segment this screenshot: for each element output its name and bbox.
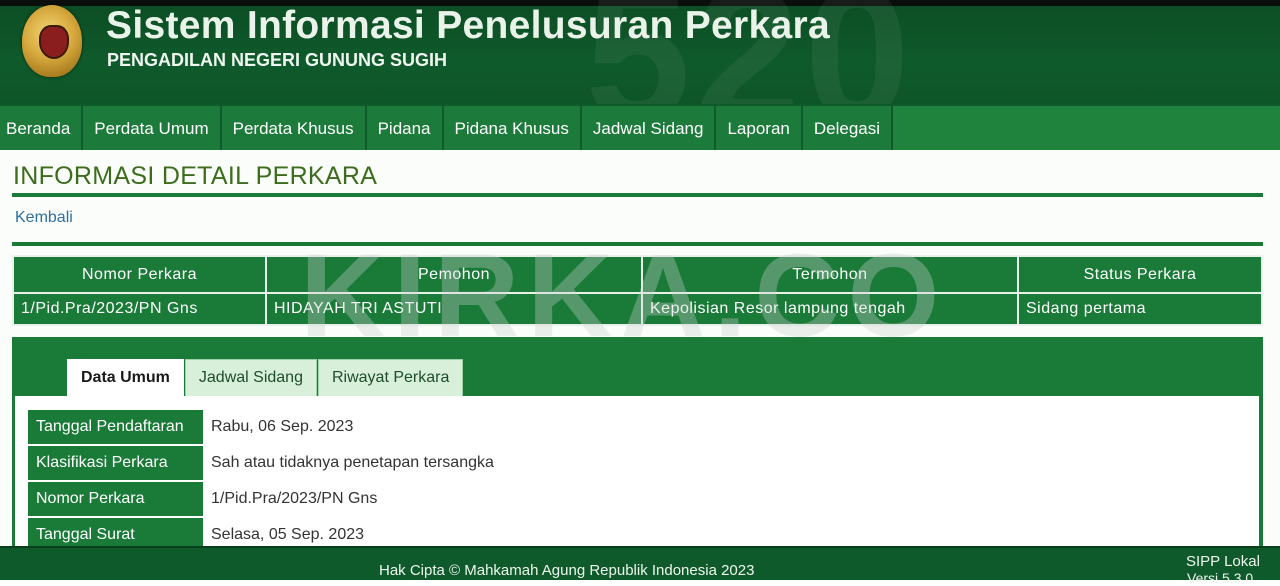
detail-label: Nomor Perkara: [28, 482, 203, 516]
back-link[interactable]: Kembali: [15, 209, 73, 227]
nav-item-laporan[interactable]: Laporan: [716, 106, 803, 152]
case-summary-table: Nomor Perkara Pemohon Termohon Status Pe…: [12, 255, 1263, 326]
nav-item-pidana[interactable]: Pidana: [367, 106, 444, 152]
site-header: 520 Sistem Informasi Penelusuran Perkara…: [0, 0, 1280, 104]
cell-pemohon: HIDAYAH TRI ASTUTI: [265, 292, 643, 326]
site-footer: Hak Cipta © Mahkamah Agung Republik Indo…: [0, 546, 1280, 586]
section-divider: [12, 242, 1263, 246]
table-row: 1/Pid.Pra/2023/PN Gns HIDAYAH TRI ASTUTI…: [12, 292, 1263, 326]
detail-row-nomor-perkara: Nomor Perkara 1/Pid.Pra/2023/PN Gns: [28, 482, 377, 516]
page-title: INFORMASI DETAIL PERKARA: [13, 162, 378, 190]
detail-row-tanggal-pendaftaran: Tanggal Pendaftaran Rabu, 06 Sep. 2023: [28, 410, 353, 444]
detail-row-klasifikasi-perkara: Klasifikasi Perkara Sah atau tidaknya pe…: [28, 446, 494, 480]
cell-termohon: Kepolisian Resor lampung tengah: [641, 292, 1019, 326]
detail-value: Rabu, 06 Sep. 2023: [211, 418, 354, 435]
tab-data-umum[interactable]: Data Umum: [67, 359, 184, 397]
cell-status: Sidang pertama: [1017, 292, 1263, 326]
nav-item-pidana-khusus[interactable]: Pidana Khusus: [444, 106, 582, 152]
nav-item-beranda[interactable]: Beranda: [0, 106, 84, 152]
nav-item-perdata-khusus[interactable]: Perdata Khusus: [222, 106, 367, 152]
tab-riwayat-perkara[interactable]: Riwayat Perkara: [317, 359, 464, 397]
tab-content: Tanggal Pendaftaran Rabu, 06 Sep. 2023 K…: [15, 396, 1259, 551]
version-label: Versi 5.3.0: [1187, 570, 1254, 586]
nav-item-jadwal-sidang[interactable]: Jadwal Sidang: [582, 106, 717, 152]
main-content: INFORMASI DETAIL PERKARA Kembali Nomor P…: [0, 150, 1280, 551]
nav-item-perdata-umum[interactable]: Perdata Umum: [83, 106, 222, 152]
column-header-termohon: Termohon: [641, 255, 1019, 294]
nav-filler: [893, 106, 1280, 152]
cell-nomor-perkara: 1/Pid.Pra/2023/PN Gns: [12, 292, 267, 326]
nav-item-delegasi[interactable]: Delegasi: [803, 106, 894, 152]
column-header-pemohon: Pemohon: [265, 255, 643, 294]
app-name-label: SIPP Lokal: [1186, 553, 1260, 570]
detail-label: Klasifikasi Perkara: [28, 446, 203, 480]
table-header-row: Nomor Perkara Pemohon Termohon Status Pe…: [12, 255, 1263, 294]
detail-value: 1/Pid.Pra/2023/PN Gns: [211, 490, 378, 507]
column-header-status: Status Perkara: [1017, 255, 1263, 294]
column-header-nomor-perkara: Nomor Perkara: [12, 255, 267, 294]
detail-value: Sah atau tidaknya penetapan tersangka: [211, 454, 494, 471]
tab-jadwal-sidang[interactable]: Jadwal Sidang: [184, 359, 317, 397]
title-divider: [12, 193, 1263, 197]
detail-panel: Data Umum Jadwal Sidang Riwayat Perkara …: [12, 337, 1263, 551]
copyright-text: Hak Cipta © Mahkamah Agung Republik Indo…: [379, 562, 755, 579]
detail-tabs: Data Umum Jadwal Sidang Riwayat Perkara: [67, 359, 464, 397]
main-nav: Beranda Perdata Umum Perdata Khusus Pida…: [0, 104, 1280, 152]
detail-label: Tanggal Pendaftaran: [28, 410, 203, 444]
court-logo-icon: [22, 5, 82, 77]
app-title: Sistem Informasi Penelusuran Perkara: [106, 4, 830, 47]
court-name: PENGADILAN NEGERI GUNUNG SUGIH: [107, 50, 448, 70]
detail-value: Selasa, 05 Sep. 2023: [211, 526, 365, 543]
